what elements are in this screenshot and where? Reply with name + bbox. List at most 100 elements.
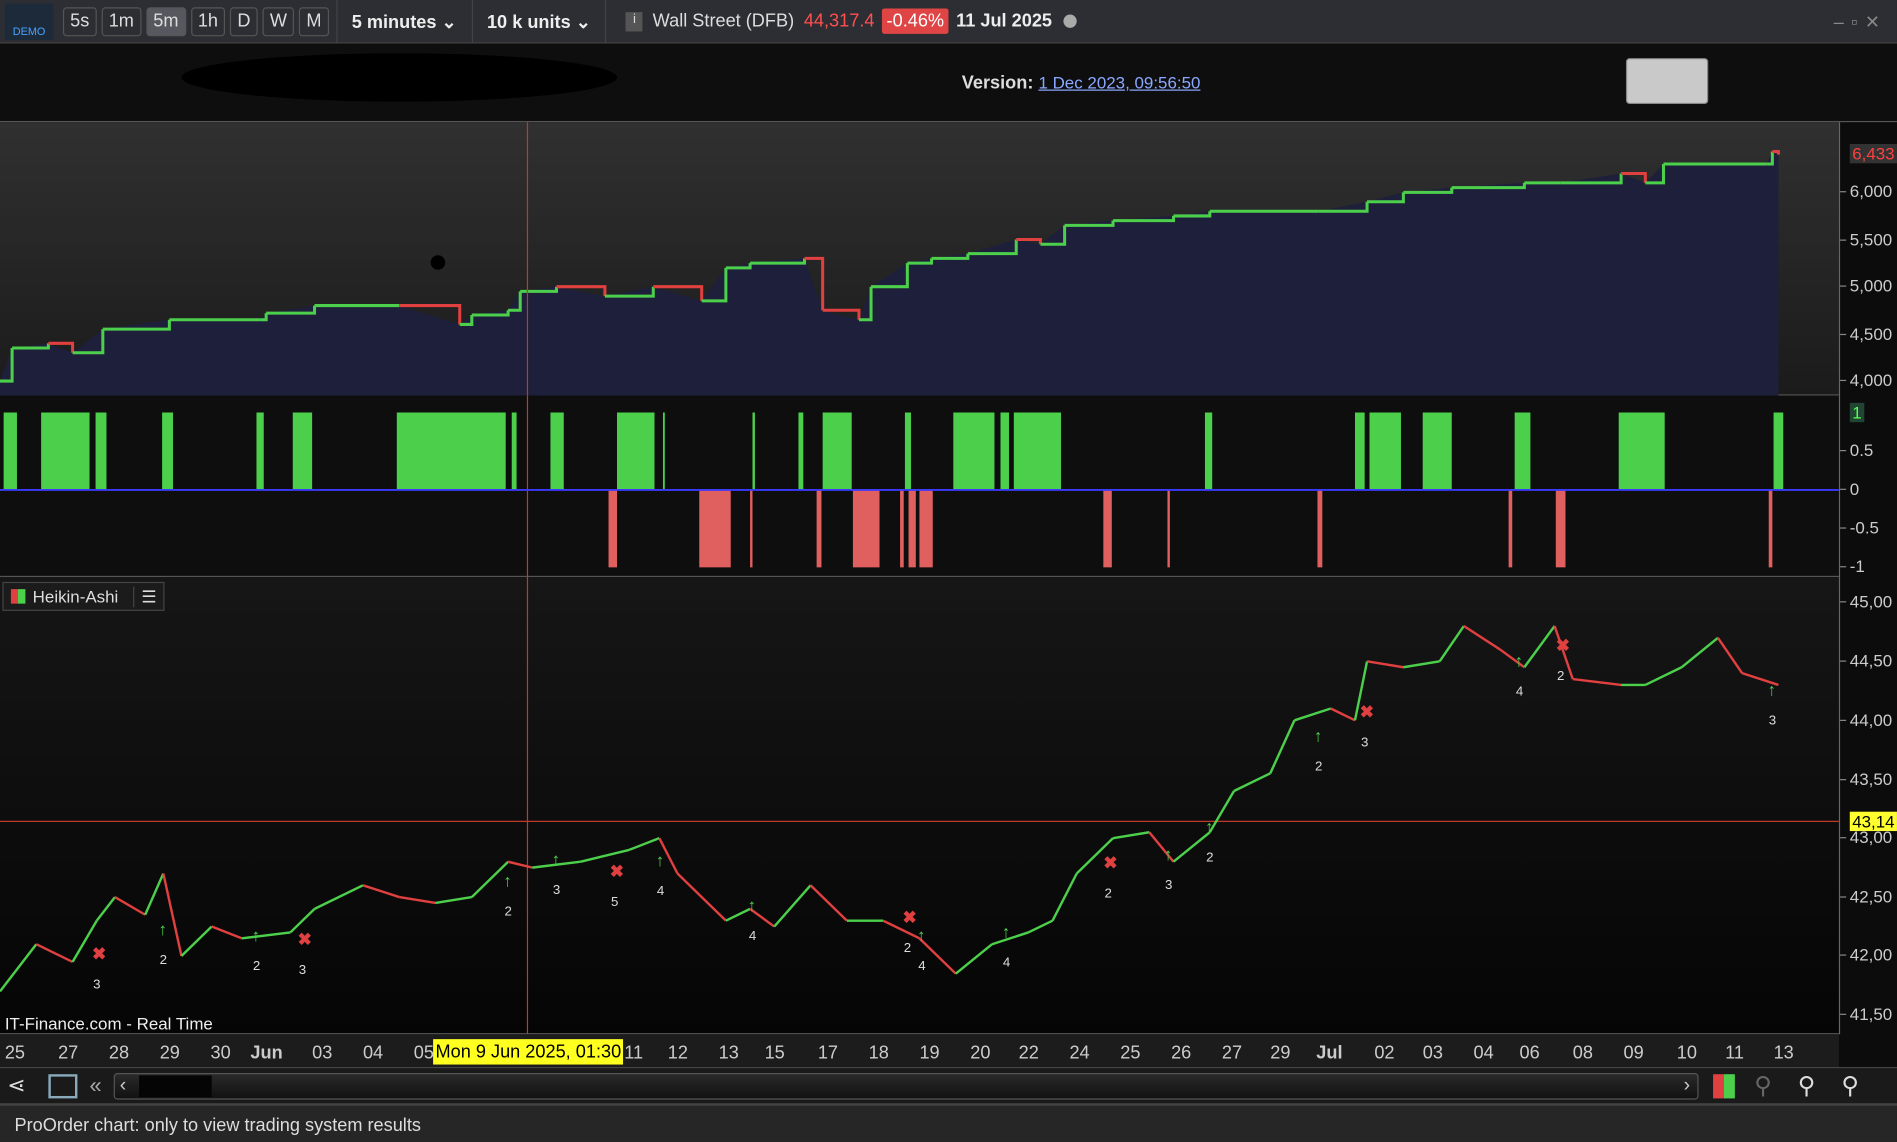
period-button-5s[interactable]: 5s (62, 6, 97, 36)
trade-signal: ↑3 (1768, 681, 1777, 728)
redacted-name (181, 53, 617, 102)
sell-cross-icon: ✖ (92, 944, 106, 963)
time-label: 27 (58, 1042, 79, 1064)
change-badge: -0.46% (881, 8, 949, 34)
price-legend[interactable]: Heikin-Ashi ☰ (2, 581, 165, 611)
current-position-label: 1 (1849, 402, 1865, 423)
crosshair-time-label: Mon 9 Jun 2025, 01:30 (433, 1039, 624, 1065)
share-icon[interactable]: ⋖ (7, 1073, 25, 1098)
current-equity-label: 6,433 (1849, 143, 1897, 164)
price-segment (95, 896, 116, 922)
short-bar (919, 489, 933, 568)
signal-count: 4 (1516, 684, 1523, 699)
info-icon[interactable]: i (626, 11, 643, 31)
long-bar (616, 412, 655, 490)
long-bar (1013, 412, 1061, 490)
axis-tick: 42,00 (1840, 944, 1893, 965)
price-segment (362, 884, 400, 899)
long-bar (798, 412, 804, 490)
long-bar (662, 412, 665, 490)
price-segment (241, 931, 291, 940)
time-label: 30 (210, 1042, 231, 1064)
time-label: 26 (1171, 1042, 1192, 1064)
short-bar (908, 489, 916, 568)
long-bar (1514, 412, 1531, 490)
axis-tick: 0 (1840, 479, 1860, 499)
period-button-5m[interactable]: 5m (146, 6, 186, 36)
time-label: 11 (1725, 1042, 1745, 1064)
period-button-1h[interactable]: 1h (190, 6, 226, 36)
zoom-fit-icon[interactable]: ⚲ (1754, 1071, 1772, 1101)
price-segment (954, 943, 993, 975)
window-controls[interactable]: –▫✕ (1834, 10, 1888, 32)
watermark: IT-Finance.com - Real Time (4, 1013, 213, 1034)
trade-signal: ✖3 (298, 930, 312, 977)
buy-arrow-icon: ↑ (656, 851, 664, 870)
buy-arrow-icon: ↑ (552, 850, 560, 869)
last-price: 44,317.4 (803, 10, 875, 32)
price-axis: 45,00 44,50 44,00 43,50 43,00 42,50 42,00 41,50… (1838, 577, 1897, 1035)
price-segment (162, 873, 183, 957)
time-label: 24 (1069, 1042, 1090, 1064)
chart-icon[interactable] (48, 1074, 78, 1099)
units-select[interactable]: 10 k units ⌄ (480, 10, 599, 32)
indicator-icon[interactable] (1713, 1074, 1735, 1099)
trade-signal: ↑2 (1205, 817, 1214, 864)
scroll-right-icon[interactable]: › (1684, 1075, 1690, 1097)
version-link[interactable]: 1 Dec 2023, 09:56:50 (1038, 73, 1200, 92)
time-label: 03 (312, 1042, 333, 1064)
time-label: 12 (667, 1042, 688, 1064)
scroll-thumb[interactable] (139, 1075, 212, 1098)
price-segment (809, 884, 848, 922)
buy-arrow-icon: ↑ (252, 926, 260, 945)
axis-tick: 4,500 (1840, 324, 1893, 344)
trade-signal: ✖3 (1360, 702, 1374, 749)
long-bar (550, 412, 564, 490)
position-panel (0, 395, 1839, 578)
signal-count: 3 (1769, 713, 1776, 728)
units-value: 10 k units (486, 11, 571, 33)
zoom-in-icon[interactable]: ⚲ (1841, 1071, 1859, 1101)
zoom-out-icon[interactable]: ⚲ (1798, 1071, 1816, 1101)
signal-count: 2 (904, 940, 911, 955)
buy-arrow-icon: ↑ (1205, 817, 1213, 836)
axis-tick: 4,000 (1840, 370, 1893, 390)
price-segment (1269, 719, 1296, 774)
trade-signal: ↑4 (748, 896, 757, 943)
time-label: 09 (1623, 1042, 1644, 1064)
horizontal-scrollbar[interactable]: ‹ › (113, 1073, 1699, 1100)
price-segment (399, 895, 436, 905)
price-segment (1330, 707, 1356, 722)
price-segment (0, 943, 38, 993)
buy-arrow-icon: ↑ (748, 896, 756, 915)
buy-arrow-icon: ↑ (917, 926, 925, 945)
signal-count: 2 (160, 952, 167, 967)
short-bar (1508, 489, 1513, 568)
axis-tick: 45,00 (1840, 591, 1893, 611)
list-icon[interactable]: ☰ (132, 586, 157, 607)
time-label: 02 (1374, 1042, 1395, 1064)
period-button-W[interactable]: W (262, 6, 295, 36)
time-label: 05 (413, 1042, 434, 1064)
trade-signal: ↑2 (1314, 727, 1323, 774)
short-bar (900, 489, 904, 568)
short-bar (816, 489, 822, 568)
analysis-report-icon[interactable] (1625, 58, 1709, 105)
rewind-icon[interactable]: « (90, 1073, 102, 1098)
price-segment (1644, 666, 1683, 687)
time-label: 29 (159, 1042, 180, 1064)
long-bar (511, 412, 517, 490)
period-button-1m[interactable]: 1m (101, 6, 142, 36)
period-button-D[interactable]: D (230, 6, 258, 36)
buy-arrow-icon: ↑ (1515, 652, 1523, 671)
long-bar (904, 412, 911, 490)
period-button-M[interactable]: M (299, 6, 329, 36)
timeframe-select[interactable]: 5 minutes ⌄ (344, 10, 464, 32)
price-segment (180, 925, 213, 957)
signal-count: 2 (1315, 759, 1322, 774)
scroll-left-icon[interactable]: ‹ (120, 1075, 126, 1097)
buy-arrow-icon: ↑ (1164, 845, 1172, 864)
price-segment (35, 943, 74, 963)
long-bar (396, 412, 506, 490)
short-bar (1555, 489, 1566, 568)
